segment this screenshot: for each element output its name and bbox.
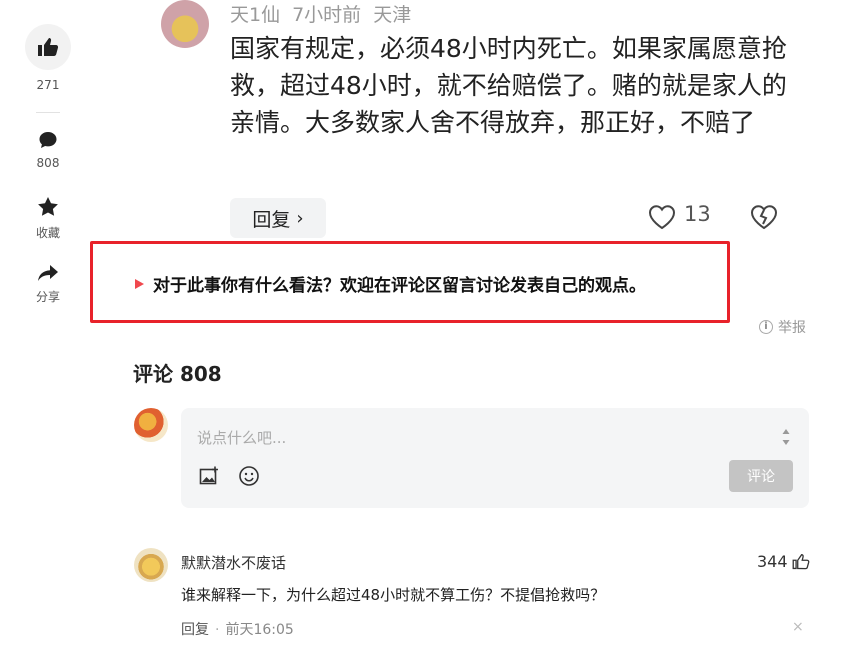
chevron-right-icon: › (296, 207, 304, 229)
image-upload-icon[interactable] (199, 466, 219, 486)
reply-button[interactable]: 回复 › (230, 198, 326, 238)
comment-text: 国家有规定，必须48小时内死亡。如果家属愿意抢救，超过48小时，就不给赔偿了。赌… (230, 34, 787, 137)
comment-time: 前天16:05 (225, 622, 294, 638)
comment-input-box[interactable]: 说点什么吧... 评论 (181, 408, 809, 508)
reply-label: 回复 (252, 208, 291, 231)
submit-comment-button[interactable]: 评论 (729, 460, 793, 492)
reply-link[interactable]: 回复 (181, 622, 209, 638)
close-icon[interactable]: × (792, 619, 804, 635)
sidebar-divider (36, 112, 60, 113)
report-label: 举报 (778, 320, 806, 336)
avatar[interactable] (134, 548, 168, 582)
comment-like-button[interactable]: 344 (757, 552, 810, 571)
comment-count: 808 (36, 156, 60, 170)
share-label: 分享 (35, 290, 60, 304)
current-user-avatar (134, 408, 168, 442)
discussion-prompt: 对于此事你有什么看法？欢迎在评论区留言讨论发表自己的观点。 (153, 276, 646, 296)
separator: · (215, 622, 220, 638)
star-icon (38, 196, 58, 216)
thumbs-up-icon (792, 554, 809, 570)
comment-input[interactable]: 说点什么吧... (197, 427, 286, 448)
comment-meta: 天1仙 7小时前 天津 (230, 0, 423, 27)
avatar[interactable] (161, 0, 209, 48)
comment-username[interactable]: 默默潜水不废话 (181, 552, 286, 573)
comment-time: 7小时前 (292, 4, 362, 26)
share-button[interactable] (37, 262, 59, 284)
heart-icon[interactable] (648, 204, 676, 230)
comment-footer: 回复 · 前天16:05 (181, 619, 294, 639)
comment-location: 天津 (373, 4, 412, 26)
like-count: 271 (36, 78, 60, 92)
comments-heading: 评论 808 (133, 362, 222, 386)
like-button[interactable] (25, 24, 71, 70)
report-link[interactable]: i 举报 (759, 317, 806, 337)
resize-spinner-icon (782, 429, 790, 445)
info-icon: i (759, 320, 773, 334)
triangle-bullet-icon (135, 279, 144, 289)
emoji-icon[interactable] (238, 465, 260, 487)
share-arrow-icon (38, 265, 58, 281)
comment-bubble-icon (39, 132, 57, 148)
comment-text: 谁来解释一下，为什么超过48小时就不算工伤？不提倡抢救吗？ (181, 586, 606, 604)
username[interactable]: 天1仙 (230, 4, 280, 26)
favorite-button[interactable] (37, 195, 59, 217)
favorite-label: 收藏 (35, 226, 60, 240)
comment-button[interactable] (37, 129, 59, 151)
like-count: 13 (684, 202, 711, 226)
broken-heart-icon[interactable] (750, 204, 778, 230)
comment-like-count: 344 (757, 552, 788, 571)
highlight-box: 对于此事你有什么看法？欢迎在评论区留言讨论发表自己的观点。 (90, 241, 730, 323)
thumbs-up-icon (38, 38, 59, 56)
